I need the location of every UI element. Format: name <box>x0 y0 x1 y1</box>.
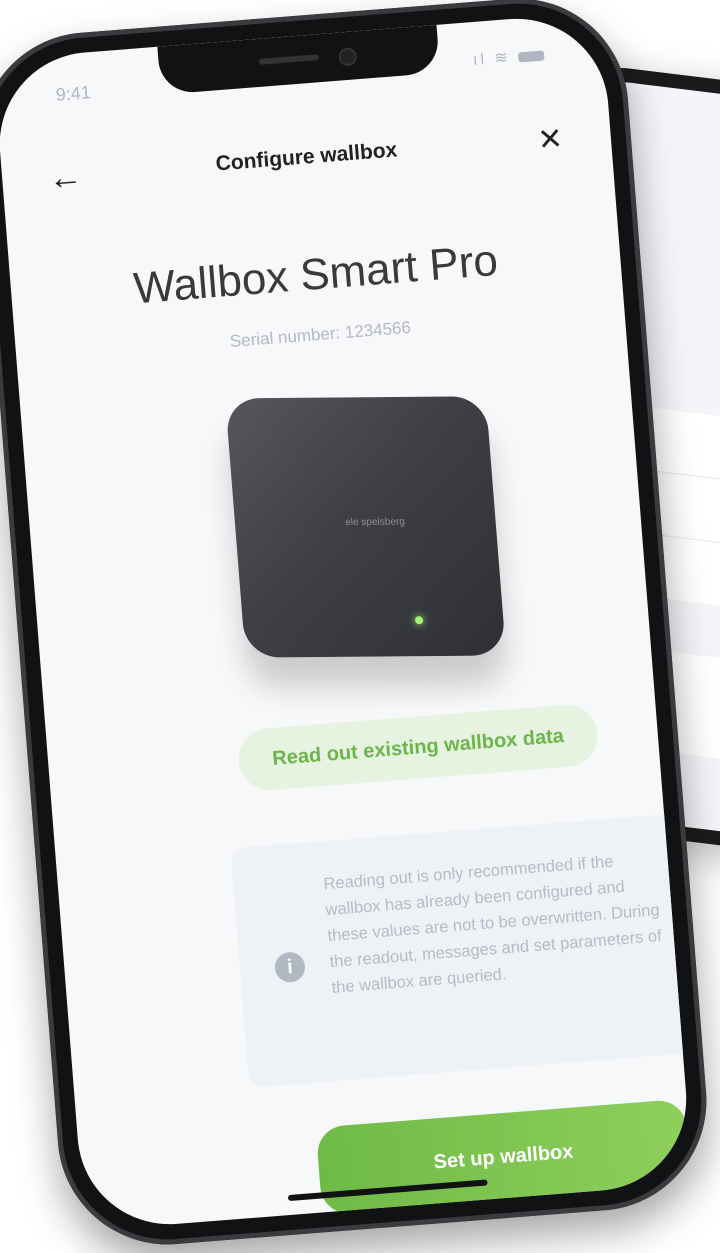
read-out-data-button[interactable]: Read out existing wallbox data <box>236 702 600 793</box>
nav-bar: ← Configure wallbox ✕ <box>1 112 613 210</box>
wallbox-device: ele spelsberg <box>225 396 507 658</box>
status-led <box>414 616 424 625</box>
main-phone: 9:41 ıl ≋ ← Configure wallbox ✕ Wallbox … <box>0 0 715 1253</box>
status-icons: ıl ≋ <box>472 45 545 71</box>
close-icon[interactable]: ✕ <box>536 121 564 158</box>
set-up-wallbox-button[interactable]: Set up wallbox <box>315 1098 692 1216</box>
signal-icon: ıl <box>472 50 488 70</box>
info-text: Reading out is only recommended if the w… <box>322 852 663 997</box>
camera <box>338 47 358 67</box>
status-time: 9:41 <box>55 82 92 105</box>
notch <box>157 24 441 95</box>
info-icon: i <box>273 951 307 984</box>
brand-mark: ele spelsberg <box>344 516 406 529</box>
wifi-icon: ≋ <box>493 49 512 68</box>
wallbox-image: ele spelsberg <box>225 376 516 676</box>
page-title: Configure wallbox <box>214 138 399 176</box>
info-box: i Reading out is only recommended if the… <box>230 813 694 1088</box>
battery-icon <box>517 50 545 63</box>
speaker <box>258 54 319 65</box>
main-phone-screen: 9:41 ıl ≋ ← Configure wallbox ✕ Wallbox … <box>0 11 694 1232</box>
